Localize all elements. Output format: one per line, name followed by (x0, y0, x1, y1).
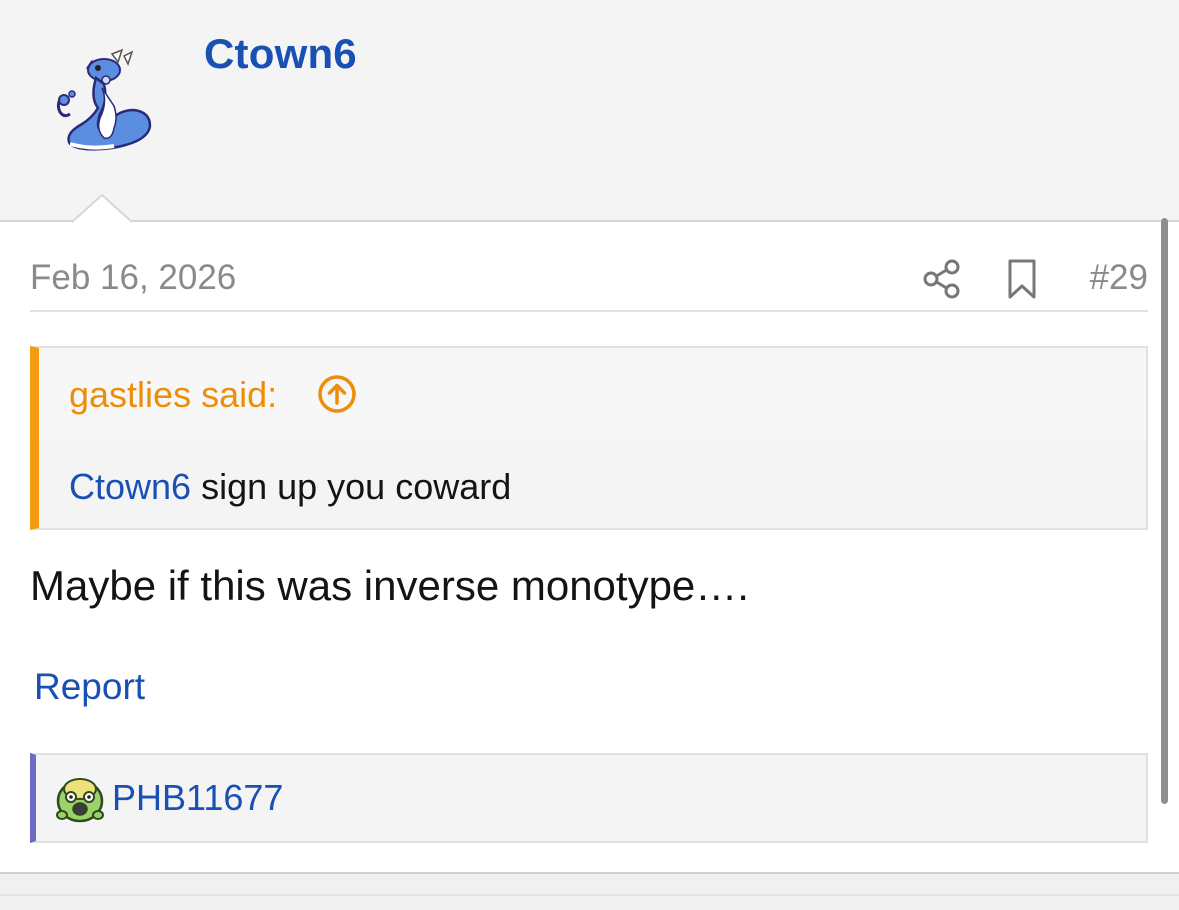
quote-content: Ctown6 sign up you coward (69, 466, 511, 508)
quote-block: gastlies said: Ctown6 sign up you coward (30, 346, 1148, 530)
post-date[interactable]: Feb 16, 2026 (30, 258, 236, 298)
author-arrow-notch (72, 194, 132, 224)
arrow-up-circle-icon[interactable] (317, 374, 357, 414)
author-username[interactable]: Ctown6 (204, 30, 357, 78)
share-icon[interactable] (922, 258, 962, 300)
post-content-card: Feb 16, 2026 #29 gastlies said: Ctown6 s… (0, 220, 1179, 872)
post-number-link[interactable]: #29 (1090, 258, 1148, 298)
next-post-divider (0, 872, 1179, 910)
reactor-username[interactable]: PHB11677 (112, 777, 283, 819)
post-meta-row: Feb 16, 2026 #29 (30, 252, 1148, 312)
quote-author-label[interactable]: gastlies said: (69, 374, 277, 416)
quote-header: gastlies said: (39, 348, 1146, 440)
avatar[interactable] (52, 48, 156, 154)
user-mention-link[interactable]: Ctown6 (69, 466, 191, 507)
reactor-avatar[interactable] (54, 773, 106, 825)
post-author-header: Ctown6 (0, 0, 1179, 221)
bookmark-icon[interactable] (1004, 258, 1040, 300)
reactions-bar: PHB11677 (30, 753, 1148, 843)
quote-text: sign up you coward (191, 466, 512, 507)
post-message: Maybe if this was inverse monotype…. (30, 562, 749, 609)
report-link[interactable]: Report (34, 666, 145, 708)
vertical-scrollbar[interactable] (1161, 218, 1168, 804)
